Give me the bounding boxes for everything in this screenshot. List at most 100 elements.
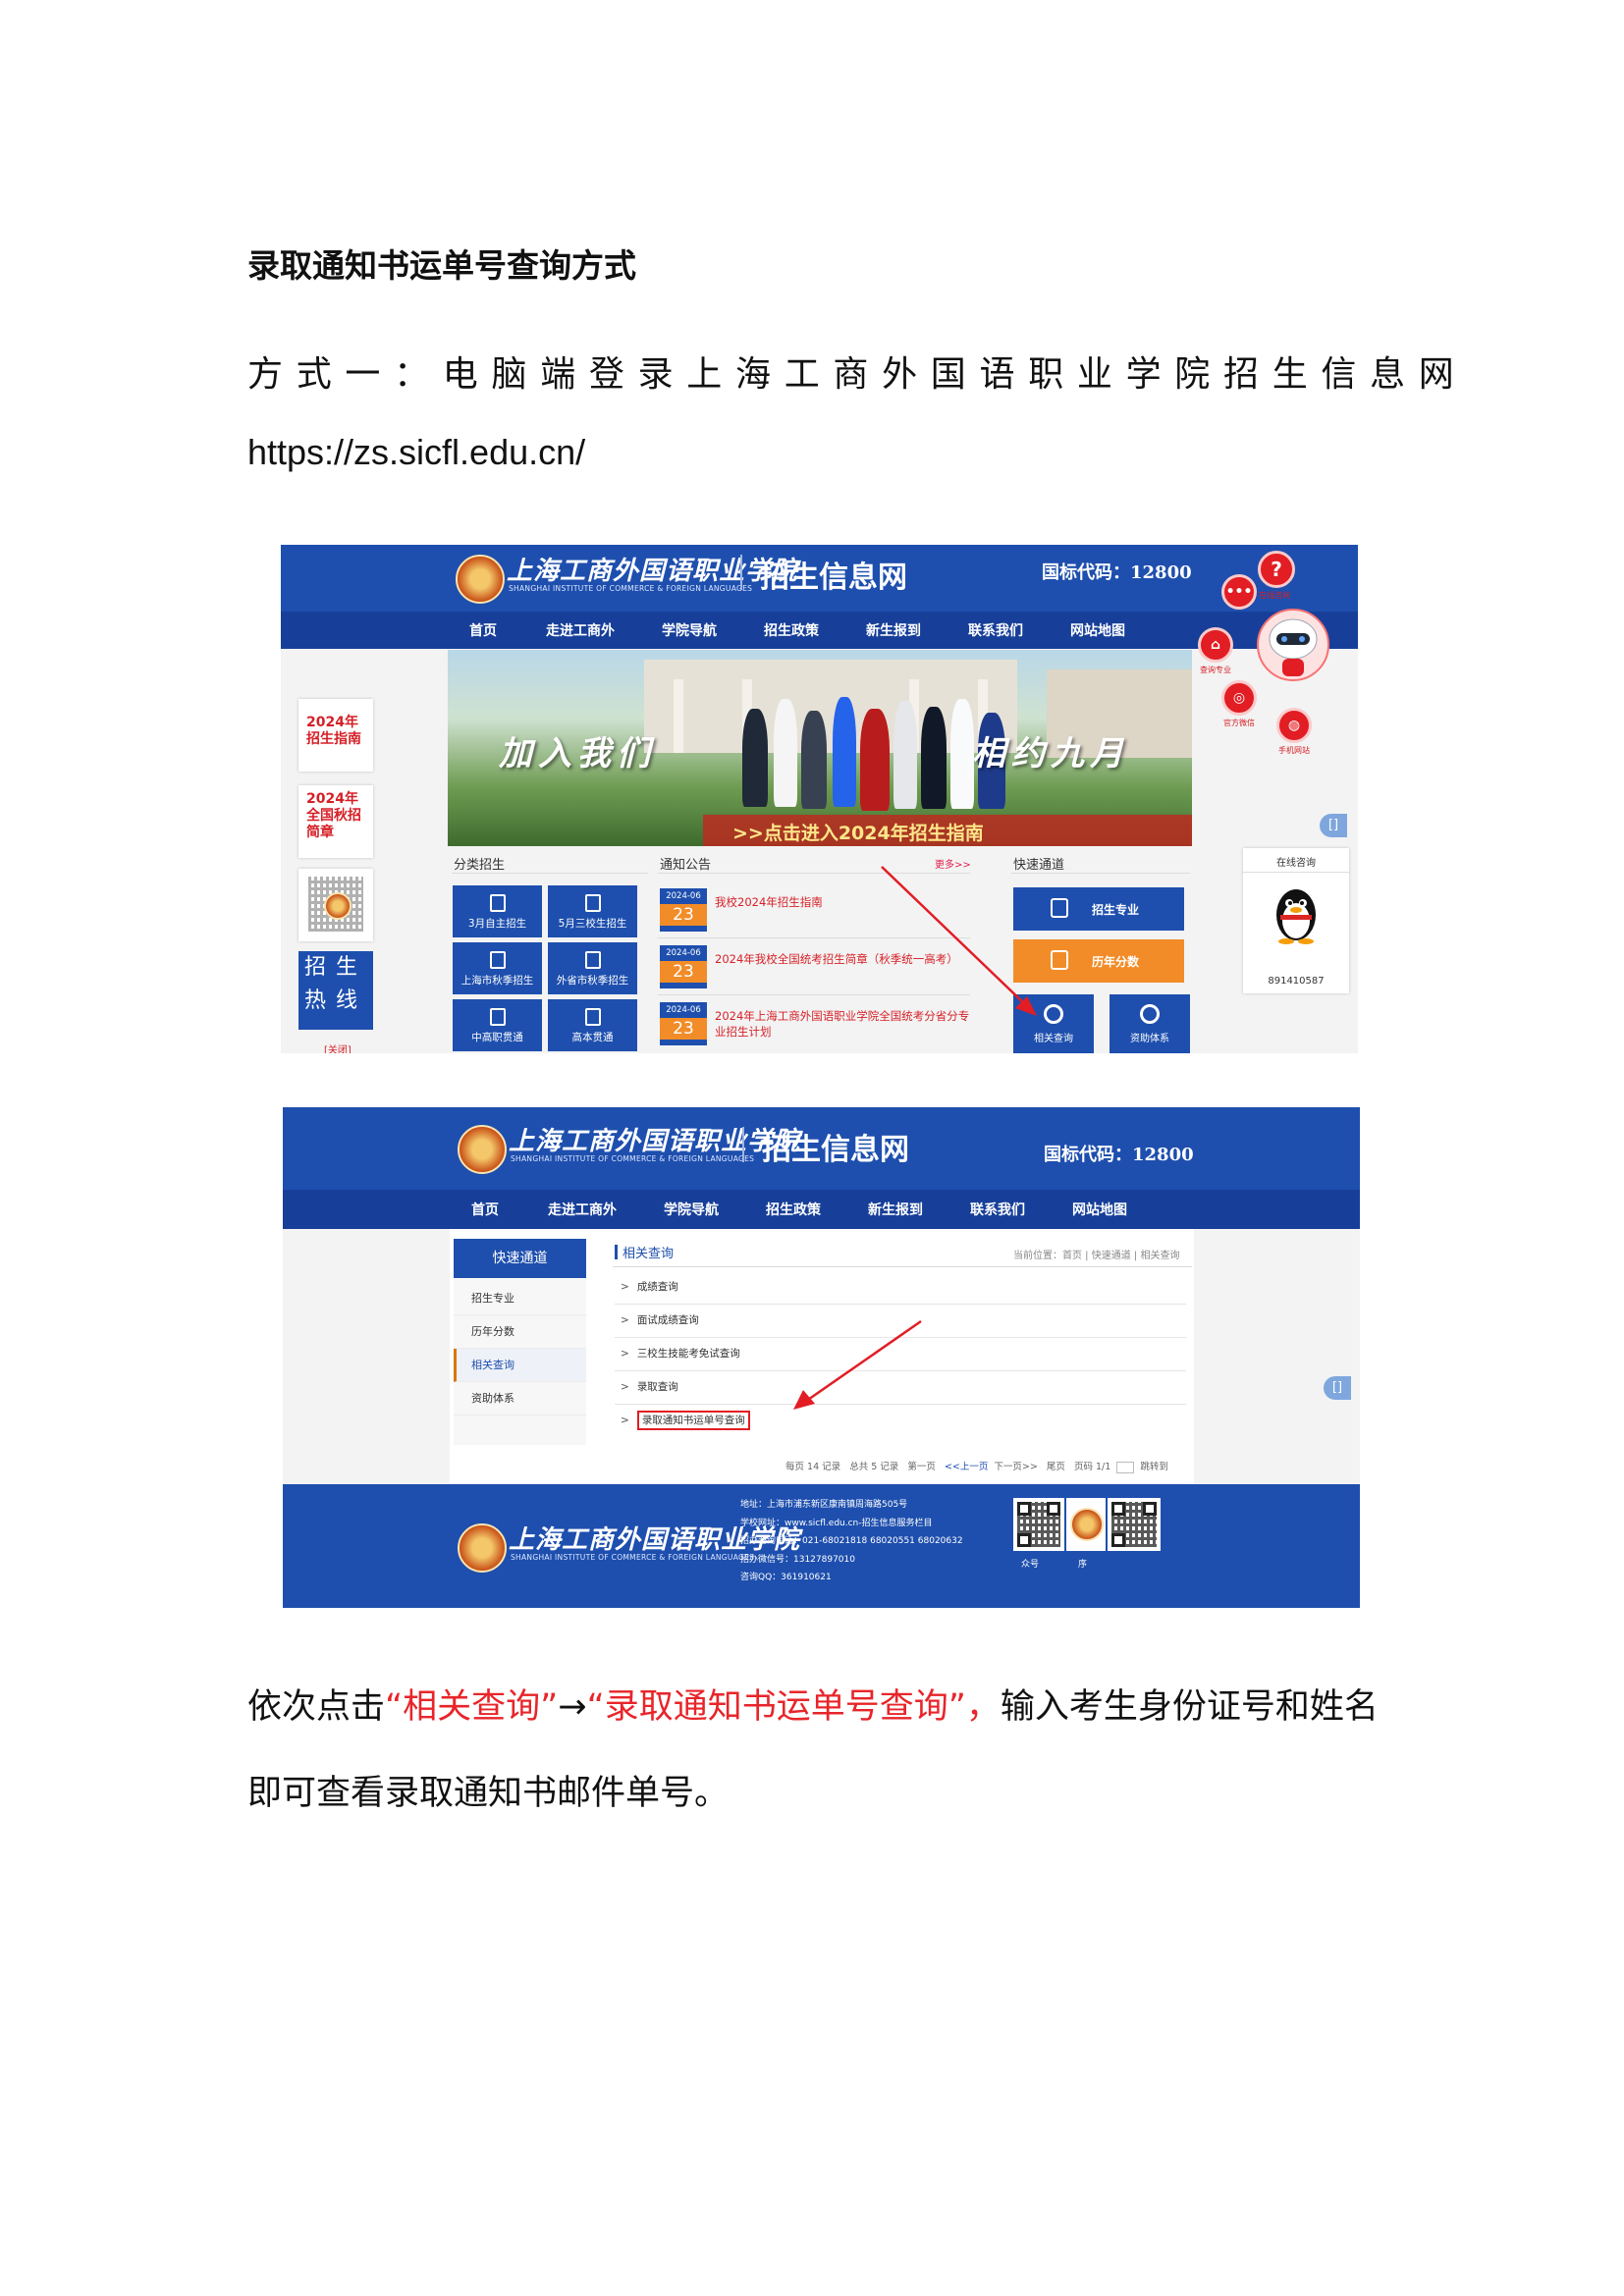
quick-aid-button[interactable]: 资助体系: [1110, 994, 1190, 1053]
nav-colleges[interactable]: 学院导航: [664, 1200, 719, 1219]
nav-about[interactable]: 走进工商外: [548, 1200, 617, 1219]
side-tab-icon[interactable]: []: [1320, 814, 1347, 837]
nav-policy[interactable]: 招生政策: [764, 620, 819, 640]
pager-next[interactable]: 下一页>>: [994, 1462, 1037, 1472]
footer-qr-miniapp: [1108, 1498, 1161, 1551]
main-nav: 首页 走进工商外 学院导航 招生政策 新生报到 联系我们 网站地图: [283, 1190, 1360, 1229]
list-item[interactable]: > 成绩查询: [615, 1270, 1186, 1305]
method-one-text: 方式一：电脑端登录上海工商外国语职业学院招生信息网: [247, 354, 1468, 395]
logo-text: 上海工商外国语职业学院: [507, 557, 799, 586]
tile-undergraduate[interactable]: 高本贯通: [548, 999, 637, 1051]
highlight-tracking-query: “录取通知书运单号查询”，: [586, 1687, 1001, 1727]
query-major-icon[interactable]: ⌂: [1198, 627, 1233, 663]
highlight-related-query: “相关查询”: [385, 1687, 559, 1727]
pager-first[interactable]: 第一页: [907, 1462, 936, 1472]
instruction-line-2: 即可查看录取通知书邮件单号。: [247, 1774, 730, 1813]
sidebar-item-scores[interactable]: 历年分数: [454, 1315, 586, 1349]
news-date-2: 2024-06 23: [660, 945, 707, 988]
pager-jump[interactable]: 跳转到: [1140, 1462, 1168, 1472]
main-nav: 首页 走进工商外 学院导航 招生政策 新生报到 联系我们 网站地图: [281, 612, 1358, 649]
nav-about[interactable]: 走进工商外: [546, 620, 615, 640]
breadcrumb: 当前位置：首页 | 快速通道 | 相关查询: [1013, 1251, 1180, 1261]
footer-qr-wechat: [1013, 1498, 1064, 1551]
side-card-autumn[interactable]: 2024年全国秋招简章: [298, 785, 373, 858]
search-icon: [1044, 1004, 1063, 1024]
float-apply-icon[interactable]: •••: [1221, 574, 1257, 610]
chart-icon: [1051, 950, 1068, 970]
tile-shanghai-autumn[interactable]: 上海市秋季招生: [453, 942, 542, 994]
nav-sitemap[interactable]: 网站地图: [1072, 1200, 1127, 1219]
instruction-line-1: 依次点击“相关查询”→“录取通知书运单号查询”，输入考生身份证号和姓名: [247, 1687, 1379, 1727]
site-url[interactable]: https://zs.sicfl.edu.cn/: [247, 432, 585, 473]
document-icon: [584, 894, 601, 912]
nav-home[interactable]: 首页: [471, 1200, 499, 1219]
intl-code: 国标代码：12800: [1044, 1145, 1194, 1165]
section-title: 相关查询: [623, 1247, 675, 1261]
award-icon: [1140, 1004, 1160, 1024]
banner-link-text[interactable]: >>点击进入2024年招生指南: [732, 819, 984, 845]
annotation-arrow: [881, 866, 1037, 1016]
document-icon: [489, 894, 506, 912]
query-page-screenshot: 上海工商外国语职业学院 SHANGHAI INSTITUTE OF COMMER…: [283, 1107, 1360, 1608]
student-figure: [833, 697, 856, 807]
nav-colleges[interactable]: 学院导航: [662, 620, 717, 640]
student-figure: [893, 701, 917, 809]
nav-home[interactable]: 首页: [469, 620, 497, 640]
section-category-title: 分类招生: [454, 858, 506, 873]
nav-enroll[interactable]: 新生报到: [868, 1200, 923, 1219]
site-name: 招生信息网: [762, 1133, 909, 1167]
tile-may-admission[interactable]: 5月三校生招生: [548, 885, 637, 937]
side-tab-icon[interactable]: []: [1324, 1376, 1351, 1400]
section-marker: [615, 1245, 618, 1259]
student-figure: [921, 707, 947, 809]
sidebar-item-majors[interactable]: 招生专业: [454, 1282, 586, 1315]
qq-penguin-icon[interactable]: [1271, 885, 1322, 944]
tile-secondary-vocational[interactable]: 中高职贯通: [453, 999, 542, 1051]
site-name: 招生信息网: [760, 561, 907, 595]
pager-last[interactable]: 尾页: [1047, 1462, 1065, 1472]
online-consult-box[interactable]: 在线咨询 891410587: [1243, 848, 1349, 993]
qr-label-1: 众号: [1021, 1560, 1040, 1570]
page-input[interactable]: [1116, 1461, 1135, 1473]
side-card-guide[interactable]: 2024年招生指南: [298, 699, 373, 772]
qr-label-2: 序: [1078, 1560, 1088, 1570]
nav-contact[interactable]: 联系我们: [970, 1200, 1025, 1219]
document-icon: [489, 951, 506, 969]
school-logo-icon: [458, 1125, 507, 1174]
banner-slogan-left: 加入我们: [499, 734, 656, 774]
mobile-site-label: 手机网站: [1278, 746, 1310, 755]
mobile-site-icon[interactable]: ◍: [1276, 708, 1312, 743]
tile-march-admission[interactable]: 3月自主招生: [453, 885, 542, 937]
logo-subtitle: SHANGHAI INSTITUTE OF COMMERCE & FOREIGN…: [511, 1154, 755, 1163]
logo-text: 上海工商外国语职业学院: [509, 1127, 801, 1156]
nav-enroll[interactable]: 新生报到: [866, 620, 921, 640]
tile-other-province[interactable]: 外省市秋季招生: [548, 942, 637, 994]
official-wechat-icon[interactable]: ◎: [1221, 680, 1257, 716]
nav-policy[interactable]: 招生政策: [766, 1200, 821, 1219]
student-figure: [774, 699, 797, 807]
sidebar-item-aid[interactable]: 资助体系: [454, 1382, 586, 1415]
close-link[interactable]: [关闭]: [324, 1041, 352, 1053]
query-major-label: 查询专业: [1200, 666, 1231, 674]
logo-subtitle: SHANGHAI INSTITUTE OF COMMERCE & FOREIGN…: [509, 584, 753, 593]
footer-logo-subtitle: SHANGHAI INSTITUTE OF COMMERCE & FOREIGN…: [511, 1553, 755, 1562]
sidebar-title: 快速通道: [454, 1239, 586, 1278]
news-date-1: 2024-06 23: [660, 888, 707, 932]
pagination: 每页 14 记录 总共 5 记录 第一页 <<上一页 下一页>> 尾页 页码 1…: [785, 1461, 1168, 1473]
content-panel: 快速通道 招生专业 历年分数 相关查询 资助体系 相关查询 当前位置：首页 | …: [450, 1229, 1194, 1484]
section-notice-title: 通知公告: [660, 858, 712, 873]
sidebar-item-related-query[interactable]: 相关查询: [454, 1349, 586, 1382]
hero-banner[interactable]: 加入我们 相约九月 >>点击进入2024年招生指南: [448, 650, 1192, 846]
carousel-dots[interactable]: [629, 836, 688, 846]
robot-mascot-icon[interactable]: [1255, 606, 1331, 690]
quick-sidebar: 快速通道 招生专业 历年分数 相关查询 资助体系: [454, 1239, 586, 1445]
banner-slogan-right: 相约九月: [972, 734, 1129, 774]
side-qr-code: [298, 869, 373, 941]
pager-prev[interactable]: <<上一页: [945, 1462, 988, 1472]
nav-sitemap[interactable]: 网站地图: [1070, 620, 1125, 640]
nav-contact[interactable]: 联系我们: [968, 620, 1023, 640]
footer-qr-logo: [1066, 1498, 1106, 1551]
student-figure: [742, 709, 768, 807]
hotline-box[interactable]: 招生热线: [298, 951, 373, 1030]
help-float-icon[interactable]: ?: [1258, 551, 1295, 588]
